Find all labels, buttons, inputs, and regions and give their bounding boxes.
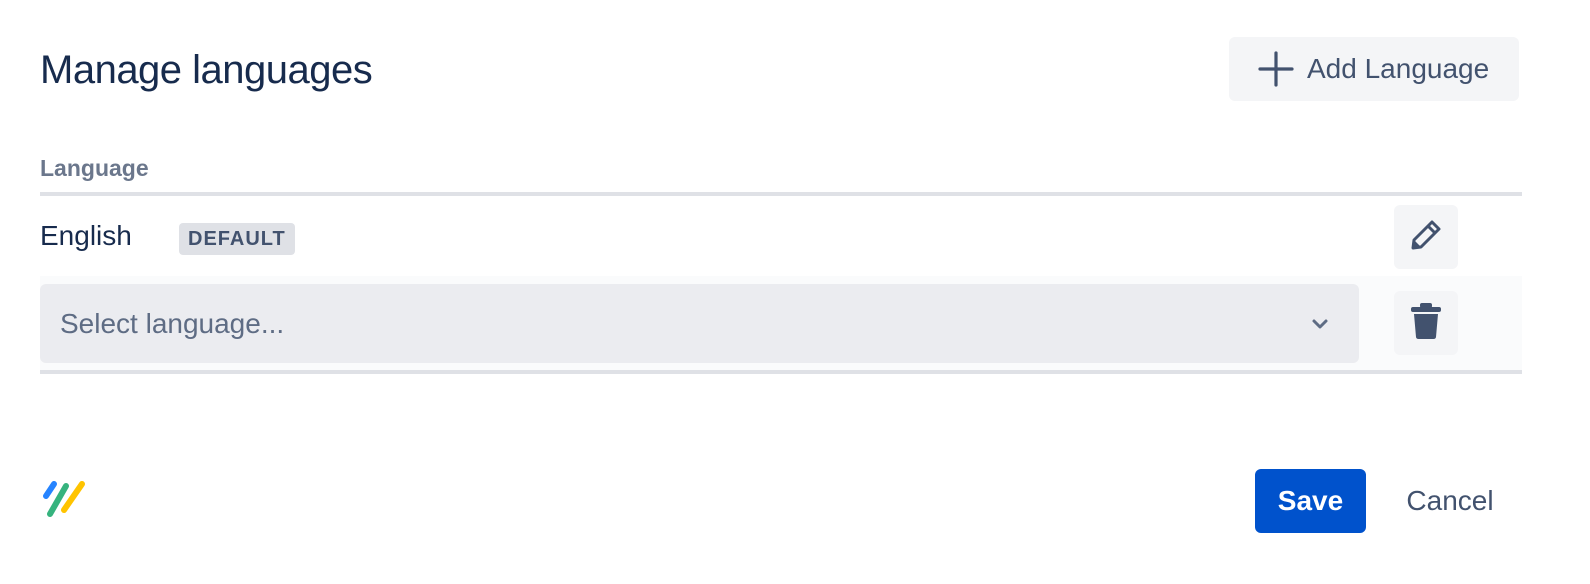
page-title: Manage languages <box>40 48 373 92</box>
edit-button[interactable] <box>1394 205 1458 269</box>
select-placeholder: Select language... <box>60 307 285 339</box>
add-language-button[interactable]: Add Language <box>1229 37 1519 101</box>
save-button[interactable]: Save <box>1255 469 1366 533</box>
plus-icon <box>1257 50 1295 88</box>
delete-button[interactable] <box>1394 291 1458 355</box>
pencil-icon <box>1408 217 1444 258</box>
language-name: English <box>40 220 132 251</box>
table-bottom-divider <box>40 370 1522 374</box>
trash-icon <box>1408 301 1444 346</box>
app-logo <box>40 478 88 522</box>
column-header-language: Language <box>40 155 149 181</box>
cancel-button[interactable]: Cancel <box>1385 469 1515 533</box>
default-badge: DEFAULT <box>179 223 295 255</box>
chevron-down-icon <box>1309 314 1331 334</box>
add-language-label: Add Language <box>1307 53 1490 84</box>
table-row: English DEFAULT <box>40 196 1522 276</box>
language-select[interactable]: Select language... <box>40 284 1359 363</box>
